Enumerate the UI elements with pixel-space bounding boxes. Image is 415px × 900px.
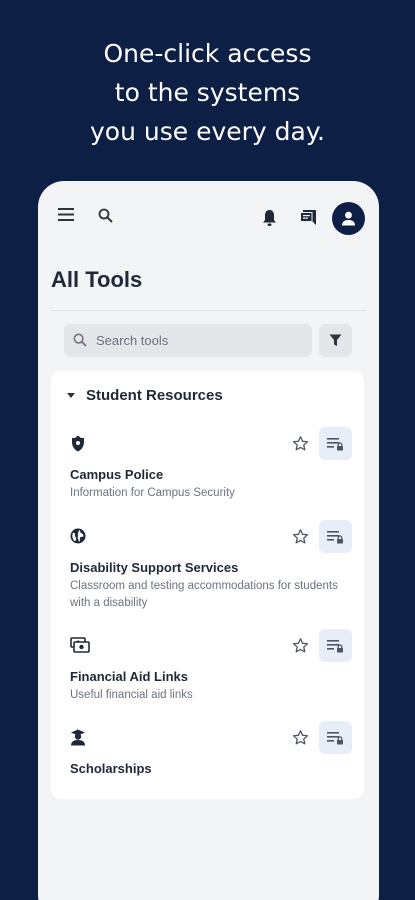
playlist-lock-icon [327, 530, 343, 543]
tool-name: Financial Aid Links [70, 669, 188, 684]
playlist-lock-icon [327, 639, 343, 652]
account-icon [342, 211, 355, 226]
tool-access-button[interactable] [319, 721, 352, 754]
bell-icon [263, 210, 276, 226]
phone-screen: All Tools Student Resources Campus Polic… [38, 181, 379, 900]
favorite-star-icon[interactable] [292, 528, 309, 545]
app-bar [38, 181, 379, 255]
favorite-star-icon[interactable] [292, 729, 309, 746]
search-icon [98, 208, 113, 223]
title-divider [51, 310, 367, 311]
promo-headline: One-click access to the systems you use … [0, 34, 415, 151]
headline-line-2: to the systems [114, 78, 301, 107]
tool-access-button[interactable] [319, 629, 352, 662]
search-icon [73, 333, 87, 347]
tool-description: Useful financial aid links [70, 689, 193, 701]
playlist-lock-icon [327, 731, 343, 744]
police-badge-icon [72, 435, 84, 452]
menu-button[interactable] [58, 208, 74, 221]
filter-icon [329, 334, 342, 346]
tool-access-button[interactable] [319, 520, 352, 553]
favorite-star-icon[interactable] [292, 435, 309, 452]
globe-icon [70, 528, 86, 544]
page-title: All Tools [51, 267, 143, 292]
tool-description: Classroom and testing accommodations for… [70, 580, 338, 609]
search-field[interactable] [64, 324, 312, 357]
search-input[interactable] [96, 324, 306, 357]
playlist-lock-icon [327, 437, 343, 450]
favorite-star-icon[interactable] [292, 637, 309, 654]
money-icon [70, 637, 90, 653]
tool-description: Information for Campus Security [70, 487, 235, 499]
menu-icon [58, 208, 74, 221]
filter-button[interactable] [319, 324, 352, 357]
account-avatar-button[interactable] [332, 202, 365, 235]
scholar-icon [71, 729, 85, 746]
headline-line-1: One-click access [103, 39, 312, 68]
tool-name: Campus Police [70, 467, 164, 482]
tool-name: Disability Support Services [70, 560, 239, 575]
student-resources-card: Student Resources Campus Police Informat… [51, 371, 364, 799]
search-button[interactable] [98, 208, 113, 223]
chat-icon [300, 210, 316, 225]
section-label: Student Resources [86, 386, 223, 404]
section-toggle[interactable]: Student Resources [67, 385, 223, 405]
tool-access-button[interactable] [319, 427, 352, 460]
caret-down-icon [67, 392, 75, 398]
headline-line-3: you use every day. [89, 117, 326, 146]
notifications-button[interactable] [262, 209, 277, 227]
tool-name: Scholarships [70, 761, 152, 776]
messages-button[interactable] [300, 209, 317, 226]
